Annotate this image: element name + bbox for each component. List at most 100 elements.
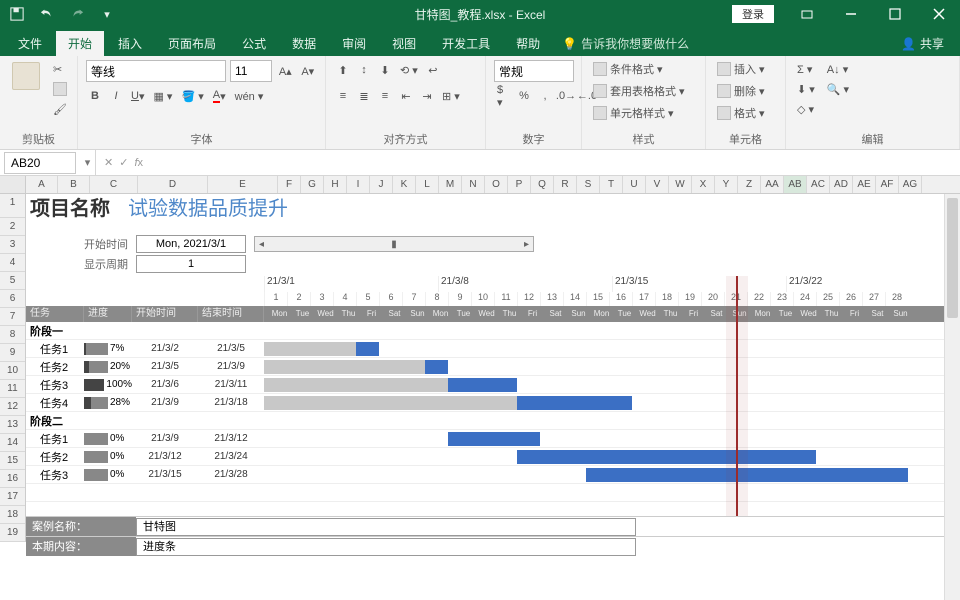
copy-button[interactable]	[50, 80, 70, 98]
insert-cells-button[interactable]: 插入 ▾	[714, 60, 777, 78]
col-header-V[interactable]: V	[646, 176, 669, 193]
cell-styles-button[interactable]: 单元格样式 ▾	[590, 104, 697, 122]
minimize-icon[interactable]	[830, 0, 872, 28]
fill-button[interactable]: ⬇ ▾	[794, 80, 818, 98]
col-header-M[interactable]: M	[439, 176, 462, 193]
name-box-dropdown-icon[interactable]: ▾	[80, 150, 96, 176]
col-header-I[interactable]: I	[347, 176, 370, 193]
col-header-A[interactable]: A	[26, 176, 58, 193]
col-header-AB[interactable]: AB	[784, 176, 807, 193]
font-color-button[interactable]: A ▾	[210, 86, 229, 106]
increase-decimal-icon[interactable]: .0→	[557, 86, 575, 106]
underline-button[interactable]: U ▾	[128, 86, 147, 106]
qat-customize-icon[interactable]: ▾	[96, 3, 118, 25]
col-header-N[interactable]: N	[462, 176, 485, 193]
row-header-9[interactable]: 9	[0, 344, 25, 362]
col-header-AA[interactable]: AA	[761, 176, 784, 193]
row-header-7[interactable]: 7	[0, 308, 25, 326]
tab-data[interactable]: 数据	[280, 31, 328, 56]
font-size-select[interactable]	[230, 60, 272, 82]
row-header-15[interactable]: 15	[0, 452, 25, 470]
col-header-AG[interactable]: AG	[899, 176, 922, 193]
col-header-O[interactable]: O	[485, 176, 508, 193]
col-header-H[interactable]: H	[324, 176, 347, 193]
indent-right-icon[interactable]: ⇥	[418, 86, 436, 106]
col-header-X[interactable]: X	[692, 176, 715, 193]
col-header-AD[interactable]: AD	[830, 176, 853, 193]
tab-home[interactable]: 开始	[56, 31, 104, 56]
col-header-K[interactable]: K	[393, 176, 416, 193]
format-cells-button[interactable]: 格式 ▾	[714, 104, 777, 122]
col-header-P[interactable]: P	[508, 176, 531, 193]
enter-formula-icon[interactable]: ✓	[119, 156, 128, 169]
scroll-left-icon[interactable]: ◂	[259, 239, 264, 250]
col-header-W[interactable]: W	[669, 176, 692, 193]
ribbon-display-icon[interactable]	[786, 0, 828, 28]
format-painter-button[interactable]: 🖌	[50, 100, 70, 118]
italic-button[interactable]: I	[107, 86, 125, 106]
period-field[interactable]: 1	[136, 255, 246, 273]
phonetic-button[interactable]: wén ▾	[232, 86, 267, 106]
share-button[interactable]: 👤 共享	[891, 31, 954, 56]
login-button[interactable]: 登录	[732, 5, 774, 23]
col-header-U[interactable]: U	[623, 176, 646, 193]
align-bottom-icon[interactable]: ⬇	[376, 60, 394, 80]
bold-button[interactable]: B	[86, 86, 104, 106]
comma-icon[interactable]: ,	[536, 86, 554, 106]
tab-formulas[interactable]: 公式	[230, 31, 278, 56]
col-header-AC[interactable]: AC	[807, 176, 830, 193]
col-header-Z[interactable]: Z	[738, 176, 761, 193]
row-header-1[interactable]: 1	[0, 194, 25, 218]
cut-button[interactable]: ✂	[50, 60, 70, 78]
find-select-button[interactable]: 🔍 ▾	[824, 80, 852, 98]
col-header-AF[interactable]: AF	[876, 176, 899, 193]
clear-button[interactable]: ◇ ▾	[794, 100, 818, 118]
cancel-formula-icon[interactable]: ✕	[104, 156, 113, 169]
autosum-button[interactable]: Σ ▾	[794, 60, 818, 78]
scroll-right-icon[interactable]: ▸	[524, 239, 529, 250]
col-header-L[interactable]: L	[416, 176, 439, 193]
col-header-D[interactable]: D	[138, 176, 208, 193]
row-header-19[interactable]: 19	[0, 524, 25, 542]
row-header-5[interactable]: 5	[0, 272, 25, 290]
orientation-icon[interactable]: ⟲ ▾	[397, 60, 421, 80]
row-header-17[interactable]: 17	[0, 488, 25, 506]
border-button[interactable]: ▦ ▾	[150, 86, 175, 106]
row-header-3[interactable]: 3	[0, 236, 25, 254]
row-header-14[interactable]: 14	[0, 434, 25, 452]
decrease-font-icon[interactable]: A▾	[299, 61, 318, 81]
col-header-B[interactable]: B	[58, 176, 90, 193]
maximize-icon[interactable]	[874, 0, 916, 28]
merge-button[interactable]: ⊞ ▾	[439, 86, 463, 106]
delete-cells-button[interactable]: 删除 ▾	[714, 82, 777, 100]
col-header-Y[interactable]: Y	[715, 176, 738, 193]
percent-icon[interactable]: %	[515, 86, 533, 106]
fx-icon[interactable]: fx	[134, 157, 143, 169]
start-time-field[interactable]: Mon, 2021/3/1	[136, 235, 246, 253]
tab-file[interactable]: 文件	[6, 31, 54, 56]
tab-view[interactable]: 视图	[380, 31, 428, 56]
vertical-scrollbar[interactable]	[944, 194, 960, 600]
select-all-corner[interactable]	[0, 176, 26, 193]
row-header-10[interactable]: 10	[0, 362, 25, 380]
col-header-Q[interactable]: Q	[531, 176, 554, 193]
row-header-11[interactable]: 11	[0, 380, 25, 398]
row-header-16[interactable]: 16	[0, 470, 25, 488]
col-header-S[interactable]: S	[577, 176, 600, 193]
col-header-T[interactable]: T	[600, 176, 623, 193]
align-right-icon[interactable]: ≡	[376, 86, 394, 106]
tell-me-input[interactable]: 💡 告诉我你想要做什么	[554, 31, 697, 56]
col-header-E[interactable]: E	[208, 176, 278, 193]
timeline-scroll[interactable]: ◂▮▸	[254, 236, 534, 252]
wrap-text-icon[interactable]: ↩	[424, 60, 442, 80]
col-header-G[interactable]: G	[301, 176, 324, 193]
row-header-2[interactable]: 2	[0, 218, 25, 236]
scrollbar-thumb[interactable]	[947, 198, 958, 318]
align-center-icon[interactable]: ≣	[355, 86, 373, 106]
col-header-F[interactable]: F	[278, 176, 301, 193]
info-content-value[interactable]: 进度条	[136, 538, 636, 556]
cond-format-button[interactable]: 条件格式 ▾	[590, 60, 697, 78]
row-header-4[interactable]: 4	[0, 254, 25, 272]
col-header-AE[interactable]: AE	[853, 176, 876, 193]
align-top-icon[interactable]: ⬆	[334, 60, 352, 80]
